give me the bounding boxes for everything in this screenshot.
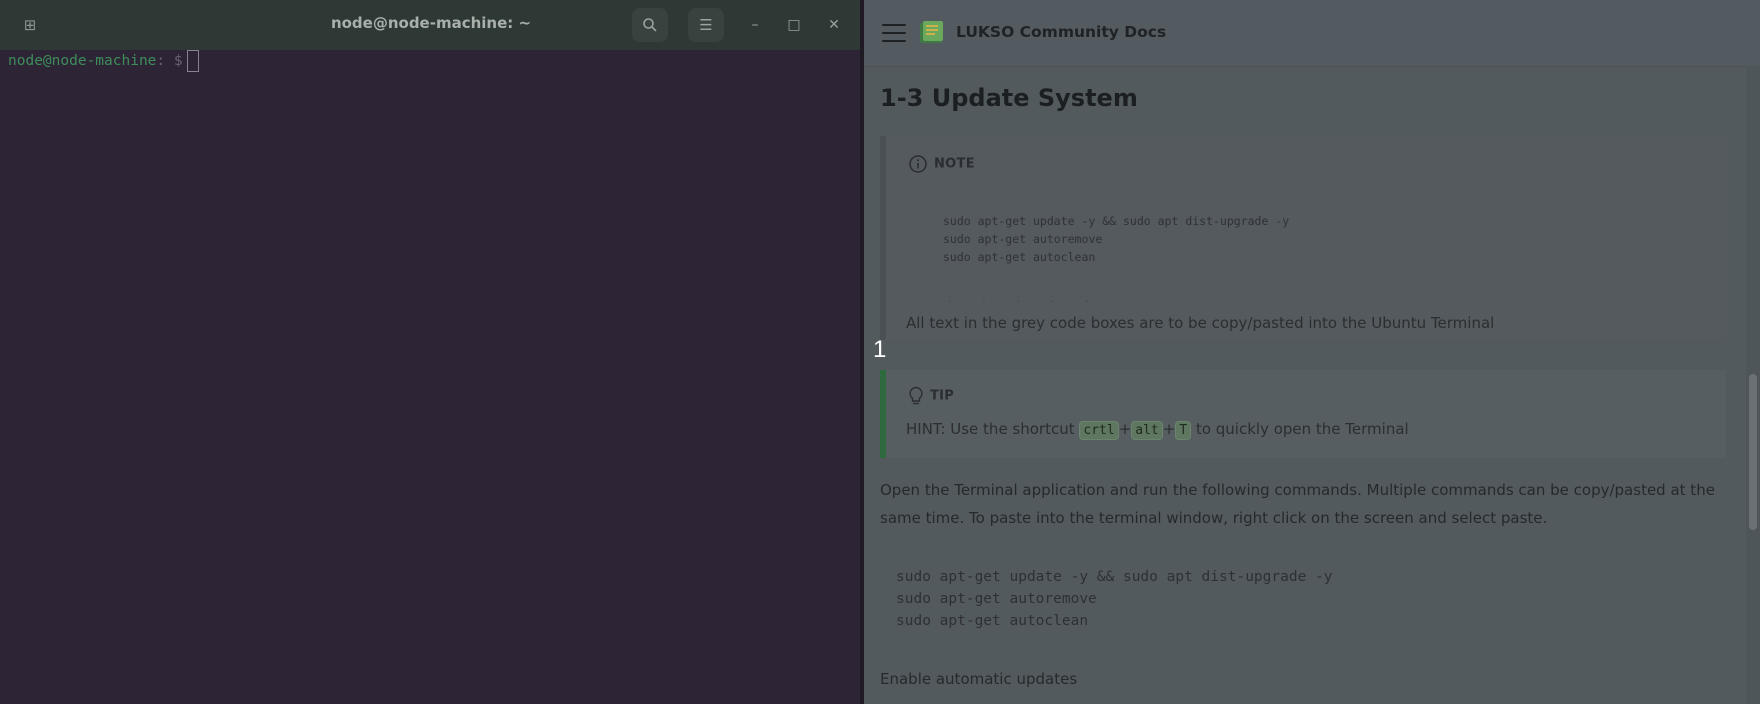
kbd-t: T [1175,421,1192,440]
terminal-title: node@node-machine: ~ [330,14,532,32]
kbd-plus: + [1162,420,1176,438]
tip-admonition: TIP HINT: Use the shortcut crtl + alt + T to… [880,370,1726,458]
minimize-icon[interactable]: – [744,14,766,36]
lukso-logo-icon[interactable] [918,20,946,46]
kbd-ctrl: crtl [1079,421,1119,440]
tip-heading: TIP [908,386,954,406]
note-code[interactable]: sudo apt-get update -y && sudo apt dist-… [943,212,1289,266]
terminal-titlebar[interactable]: ⊞ node@node-machine: ~ ☰ – □ ✕ [0,0,862,50]
lightbulb-icon [909,386,923,405]
code-block[interactable]: sudo apt-get update -y && sudo apt dist-… [880,554,1720,646]
info-icon [909,155,927,173]
maximize-icon[interactable]: □ [783,14,805,36]
note-label: NOTE [934,156,975,172]
docs-header: LUKSO Community Docs [864,0,1760,67]
code-content[interactable]: sudo apt-get update -y && sudo apt dist-… [896,566,1333,632]
enable-updates-text: Enable automatic updates [880,670,1078,688]
tip-text-before: HINT: Use the shortcut [906,420,1080,438]
tip-text-after: to quickly open the Terminal [1191,420,1409,438]
docs-browser-page: LUKSO Community Docs 1-3 Update System N… [864,0,1760,704]
note-text: All text in the grey code boxes are to b… [906,314,1495,332]
terminal-cursor [186,50,199,72]
kbd-alt: alt [1131,421,1163,440]
prompt-user: node@node-machine [8,53,157,69]
terminal-window[interactable]: ⊞ node@node-machine: ~ ☰ – □ ✕ node@node… [0,0,862,704]
hamburger-menu-icon[interactable] [882,24,906,42]
tip-text: HINT: Use the shortcut crtl + alt + T to qui… [906,420,1409,440]
tip-label: TIP [930,388,955,404]
note-admonition: NOTE sudo apt-get update -y && sudo apt … [880,136,1726,340]
note-dots: . . . . . [948,294,1103,305]
menu-icon[interactable]: ☰ [688,8,724,42]
prompt-path: : $ [156,53,183,69]
step-number-overlay: 1 [873,336,887,363]
kbd-plus: + [1118,420,1132,438]
close-icon[interactable]: ✕ [823,14,845,36]
site-title[interactable]: LUKSO Community Docs [956,23,1166,41]
note-heading: NOTE [908,154,975,174]
page-title: 1-3 Update System [880,84,1138,112]
terminal-body[interactable]: node@node-machine: $ [8,50,199,72]
search-icon[interactable] [632,8,668,42]
instructions-paragraph: Open the Terminal application and run th… [880,481,1715,527]
scrollbar-thumb[interactable] [1749,374,1757,530]
